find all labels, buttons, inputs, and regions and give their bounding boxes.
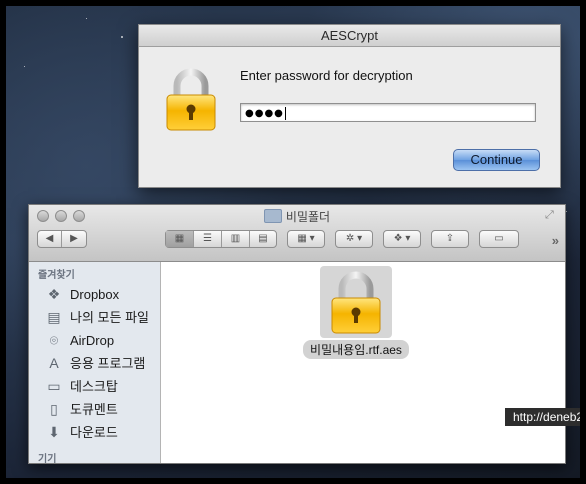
sidebar-item-label: 나의 모든 파일 — [70, 310, 149, 325]
gear-icon: ✲ ▾ — [345, 233, 363, 244]
sidebar-item-documents[interactable]: ▯ 도큐멘트 — [29, 398, 160, 421]
icon-view-icon[interactable]: ▦ — [166, 231, 194, 247]
dialog-prompt: Enter password for decryption — [240, 68, 413, 83]
sidebar-item-label: Dropbox — [70, 287, 120, 302]
window-title: 비밀폴더 — [29, 208, 565, 225]
lock-icon — [165, 67, 217, 131]
share-icon: ⇪ — [445, 233, 455, 244]
watermark: http://deneb21.tistory.com — [505, 408, 580, 426]
share-button[interactable]: ⇪ — [431, 230, 469, 248]
applications-icon: A — [49, 355, 59, 371]
sidebar-item-label: 데스크탑 — [70, 379, 118, 394]
dropbox-menu-button[interactable]: ❖ ▾ — [383, 230, 421, 248]
toolbar-overflow-icon[interactable]: » — [552, 233, 559, 248]
sidebar-item-label: 도큐멘트 — [70, 402, 118, 417]
back-button[interactable]: ◀ — [38, 231, 62, 247]
sidebar-item-airdrop[interactable]: ⌾ AirDrop — [29, 329, 160, 352]
password-mask: ●●●● — [245, 108, 284, 119]
tags-button[interactable]: ▭ — [479, 230, 519, 248]
password-field[interactable]: ●●●● — [240, 103, 536, 122]
sidebar-section-devices: 기기 — [38, 454, 57, 463]
sidebar-item-dropbox[interactable]: ❖ Dropbox — [29, 283, 160, 306]
airdrop-icon: ⌾ — [49, 332, 59, 348]
sidebar-item-desktop[interactable]: ▭ 데스크탑 — [29, 375, 160, 398]
all-files-icon: ▤ — [47, 309, 61, 325]
aescrypt-dialog: AESCrypt Enter password for decryption ●… — [138, 24, 561, 188]
toggle-icon: ▭ — [494, 233, 504, 244]
documents-icon: ▯ — [50, 401, 58, 417]
sidebar-item-all-files[interactable]: ▤ 나의 모든 파일 — [29, 306, 160, 329]
forward-button[interactable]: ▶ — [62, 231, 86, 247]
sidebar-section-favorites: 즐겨찾기 — [38, 270, 75, 281]
column-view-icon[interactable]: ▥ — [222, 231, 250, 247]
finder-toolbar: 비밀폴더 ⤢ ◀ ▶ ▦ ☰ ▥ ▤ ▦ ▾ ✲ ▾ ❖ ▾ ⇪ ▭ » — [29, 205, 565, 262]
sidebar-item-label: 다운로드 — [70, 425, 118, 440]
dropbox-icon: ❖ ▾ — [393, 233, 411, 244]
view-mode-buttons: ▦ ☰ ▥ ▤ — [165, 230, 277, 248]
arrange-button[interactable]: ▦ ▾ — [287, 230, 325, 248]
folder-icon — [263, 209, 282, 223]
sidebar-item-applications[interactable]: A 응용 프로그램 — [29, 352, 160, 375]
continue-button[interactable]: Continue — [453, 149, 540, 171]
sidebar-item-label: AirDrop — [70, 333, 115, 348]
lock-icon — [320, 266, 392, 338]
finder-title-text: 비밀폴더 — [285, 210, 331, 224]
dialog-title: AESCrypt — [139, 25, 560, 47]
sidebar-item-label: 응용 프로그램 — [70, 356, 146, 371]
file-item[interactable]: 비밀내용임.rtf.aes — [301, 266, 411, 359]
dropbox-icon: ❖ — [47, 286, 61, 302]
desktop-icon: ▭ — [47, 378, 61, 394]
fullscreen-icon[interactable]: ⤢ — [545, 209, 559, 221]
coverflow-view-icon[interactable]: ▤ — [250, 231, 276, 247]
desktop-background: AESCrypt Enter password for decryption ●… — [6, 6, 580, 478]
finder-content: 비밀내용임.rtf.aes http://deneb21.tistory.com — [161, 262, 580, 463]
finder-sidebar: 즐겨찾기 ❖ Dropbox ▤ 나의 모든 파일 ⌾ AirDrop A 응용 프로그… — [29, 262, 161, 463]
list-view-icon[interactable]: ☰ — [194, 231, 222, 247]
arrange-icon: ▦ ▾ — [297, 233, 315, 244]
downloads-icon: ⬇ — [48, 424, 60, 440]
finder-window: 비밀폴더 ⤢ ◀ ▶ ▦ ☰ ▥ ▤ ▦ ▾ ✲ ▾ ❖ ▾ ⇪ ▭ » 즐겨찾기 ❖ D… — [28, 204, 580, 464]
file-name: 비밀내용임.rtf.aes — [303, 340, 409, 359]
action-button[interactable]: ✲ ▾ — [335, 230, 373, 248]
text-caret — [284, 106, 286, 120]
back-forward-buttons: ◀ ▶ — [37, 230, 87, 248]
sidebar-item-downloads[interactable]: ⬇ 다운로드 — [29, 421, 160, 444]
